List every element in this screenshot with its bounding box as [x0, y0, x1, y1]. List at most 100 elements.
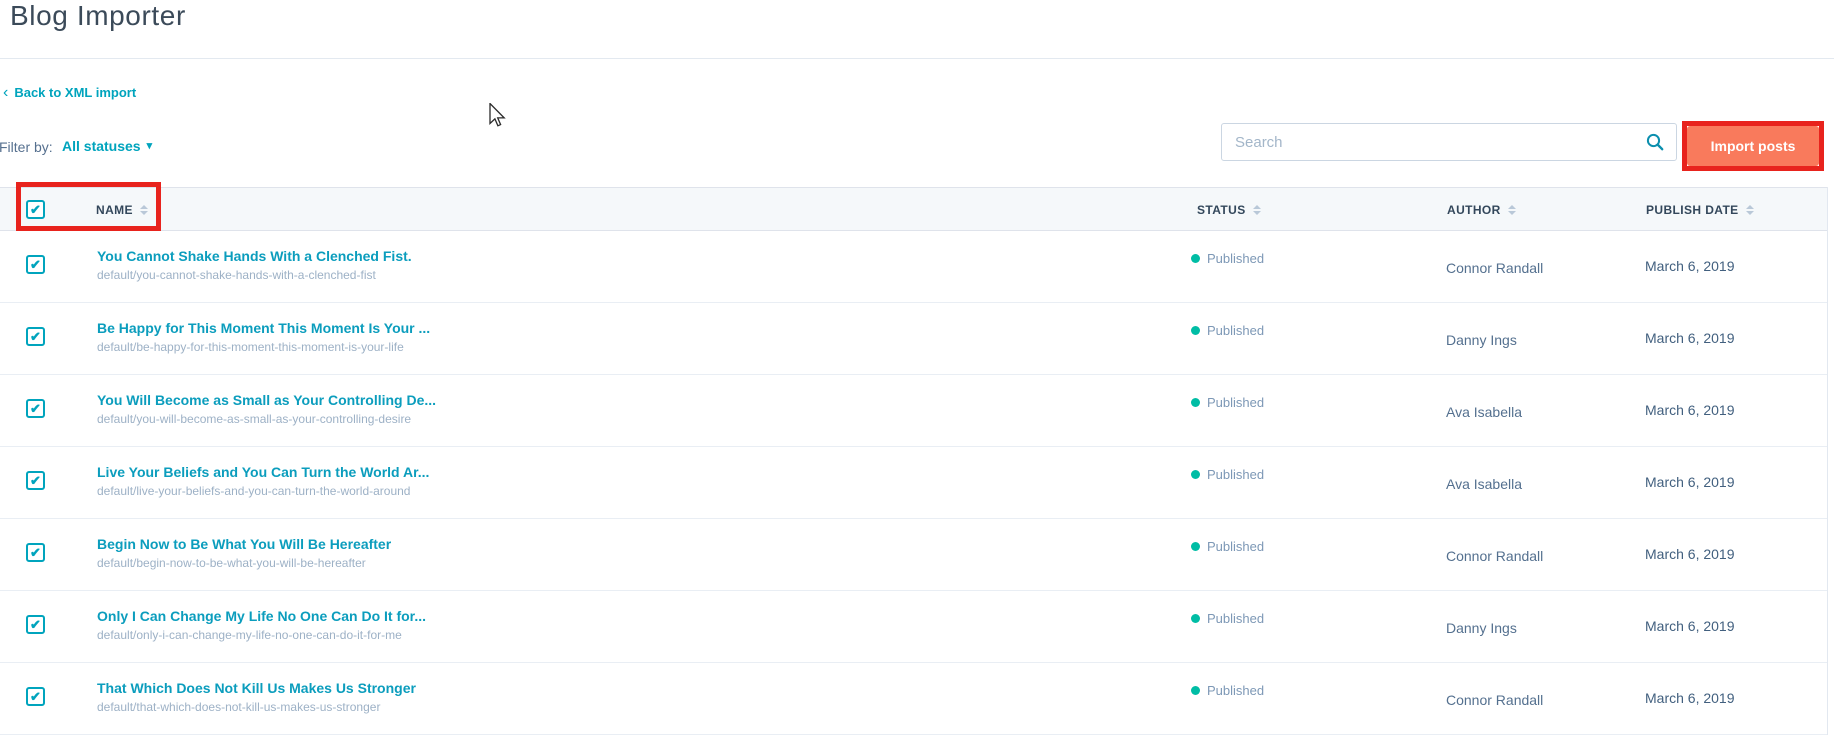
publish-date-cell: March 6, 2019 — [1645, 330, 1735, 346]
check-icon: ✔ — [30, 474, 41, 487]
row-checkbox[interactable]: ✔ — [26, 399, 45, 418]
search-box — [1221, 123, 1677, 161]
author-cell: Connor Randall — [1446, 548, 1543, 564]
check-icon: ✔ — [30, 690, 41, 703]
post-title-link[interactable]: You Will Become as Small as Your Control… — [97, 392, 436, 408]
status-dot-icon — [1191, 326, 1200, 335]
status-badge: Published — [1191, 611, 1264, 626]
status-label: Published — [1207, 395, 1264, 410]
table-row[interactable]: ✔ Begin Now to Be What You Will Be Herea… — [0, 519, 1827, 591]
status-dot-icon — [1191, 542, 1200, 551]
column-header-status[interactable]: STATUS — [1197, 188, 1261, 232]
filter-by-label: Filter by: — [0, 139, 53, 155]
row-checkbox[interactable]: ✔ — [26, 543, 45, 562]
post-slug: default/only-i-can-change-my-life-no-one… — [97, 628, 402, 642]
row-checkbox[interactable]: ✔ — [26, 615, 45, 634]
table-row[interactable]: ✔ Be Happy for This Moment This Moment I… — [0, 303, 1827, 375]
row-checkbox[interactable]: ✔ — [26, 687, 45, 706]
column-header-author[interactable]: AUTHOR — [1447, 188, 1516, 232]
status-badge: Published — [1191, 683, 1264, 698]
column-label: NAME — [96, 203, 133, 217]
check-icon: ✔ — [30, 546, 41, 559]
column-header-name[interactable]: NAME — [96, 188, 148, 232]
select-all-checkbox[interactable]: ✔ — [26, 200, 45, 219]
sort-icon — [1508, 205, 1516, 215]
back-link-label: Back to XML import — [14, 85, 136, 100]
column-header-publish-date[interactable]: PUBLISH DATE — [1646, 188, 1754, 232]
table-row[interactable]: ✔ Live Your Beliefs and You Can Turn the… — [0, 447, 1827, 519]
column-label: AUTHOR — [1447, 203, 1501, 217]
table-row[interactable]: ✔ You Will Become as Small as Your Contr… — [0, 375, 1827, 447]
status-dot-icon — [1191, 254, 1200, 263]
sort-icon — [1253, 205, 1261, 215]
status-badge: Published — [1191, 467, 1264, 482]
post-slug: default/begin-now-to-be-what-you-will-be… — [97, 556, 366, 570]
row-checkbox[interactable]: ✔ — [26, 471, 45, 490]
post-slug: default/that-which-does-not-kill-us-make… — [97, 700, 380, 714]
status-badge: Published — [1191, 251, 1264, 266]
status-dot-icon — [1191, 686, 1200, 695]
status-label: Published — [1207, 323, 1264, 338]
post-title-link[interactable]: That Which Does Not Kill Us Makes Us Str… — [97, 680, 416, 696]
caret-down-icon: ▾ — [147, 139, 153, 153]
status-dot-icon — [1191, 398, 1200, 407]
check-icon: ✔ — [30, 330, 41, 343]
column-label: STATUS — [1197, 203, 1246, 217]
table-body: ✔ You Cannot Shake Hands With a Clenched… — [0, 231, 1827, 735]
column-label: PUBLISH DATE — [1646, 203, 1739, 217]
page-title: Blog Importer — [10, 0, 186, 32]
status-badge: Published — [1191, 395, 1264, 410]
back-to-xml-import-link[interactable]: ‹ Back to XML import — [3, 85, 136, 100]
search-icon[interactable] — [1646, 133, 1664, 151]
publish-date-cell: March 6, 2019 — [1645, 474, 1735, 490]
posts-table: ✔ NAME STATUS AUTHOR PUBLISH DATE ✔ — [0, 187, 1828, 735]
publish-date-cell: March 6, 2019 — [1645, 618, 1735, 634]
post-slug: default/live-your-beliefs-and-you-can-tu… — [97, 484, 410, 498]
check-icon: ✔ — [30, 402, 41, 415]
table-header: ✔ NAME STATUS AUTHOR PUBLISH DATE — [0, 187, 1827, 231]
author-cell: Connor Randall — [1446, 692, 1543, 708]
status-dot-icon — [1191, 470, 1200, 479]
status-filter-value: All statuses — [62, 138, 141, 154]
status-label: Published — [1207, 467, 1264, 482]
author-cell: Ava Isabella — [1446, 476, 1522, 492]
row-checkbox[interactable]: ✔ — [26, 255, 45, 274]
table-row[interactable]: ✔ That Which Does Not Kill Us Makes Us S… — [0, 663, 1827, 735]
publish-date-cell: March 6, 2019 — [1645, 690, 1735, 706]
post-slug: default/you-will-become-as-small-as-your… — [97, 412, 411, 426]
post-slug: default/you-cannot-shake-hands-with-a-cl… — [97, 268, 376, 282]
author-cell: Danny Ings — [1446, 620, 1517, 636]
post-slug: default/be-happy-for-this-moment-this-mo… — [97, 340, 404, 354]
publish-date-cell: March 6, 2019 — [1645, 546, 1735, 562]
blog-importer-page: Blog Importer ‹ Back to XML import Filte… — [0, 0, 1834, 743]
row-checkbox[interactable]: ✔ — [26, 327, 45, 346]
status-badge: Published — [1191, 323, 1264, 338]
chevron-left-icon: ‹ — [3, 86, 8, 99]
status-badge: Published — [1191, 539, 1264, 554]
author-cell: Danny Ings — [1446, 332, 1517, 348]
import-posts-button[interactable]: Import posts — [1687, 126, 1819, 166]
post-title-link[interactable]: Begin Now to Be What You Will Be Hereaft… — [97, 536, 391, 552]
status-label: Published — [1207, 683, 1264, 698]
author-cell: Connor Randall — [1446, 260, 1543, 276]
check-icon: ✔ — [30, 203, 41, 216]
check-icon: ✔ — [30, 258, 41, 271]
publish-date-cell: March 6, 2019 — [1645, 402, 1735, 418]
sort-icon — [1746, 205, 1754, 215]
search-input[interactable] — [1222, 124, 1646, 160]
check-icon: ✔ — [30, 618, 41, 631]
table-row[interactable]: ✔ Only I Can Change My Life No One Can D… — [0, 591, 1827, 663]
post-title-link[interactable]: Only I Can Change My Life No One Can Do … — [97, 608, 426, 624]
post-title-link[interactable]: Be Happy for This Moment This Moment Is … — [97, 320, 430, 336]
status-dot-icon — [1191, 614, 1200, 623]
sort-icon — [140, 205, 148, 215]
status-label: Published — [1207, 611, 1264, 626]
post-title-link[interactable]: Live Your Beliefs and You Can Turn the W… — [97, 464, 429, 480]
post-title-link[interactable]: You Cannot Shake Hands With a Clenched F… — [97, 248, 412, 264]
status-filter-dropdown[interactable]: All statuses ▾ — [62, 138, 152, 154]
header-divider — [0, 58, 1834, 59]
author-cell: Ava Isabella — [1446, 404, 1522, 420]
publish-date-cell: March 6, 2019 — [1645, 258, 1735, 274]
table-row[interactable]: ✔ You Cannot Shake Hands With a Clenched… — [0, 231, 1827, 303]
status-label: Published — [1207, 539, 1264, 554]
